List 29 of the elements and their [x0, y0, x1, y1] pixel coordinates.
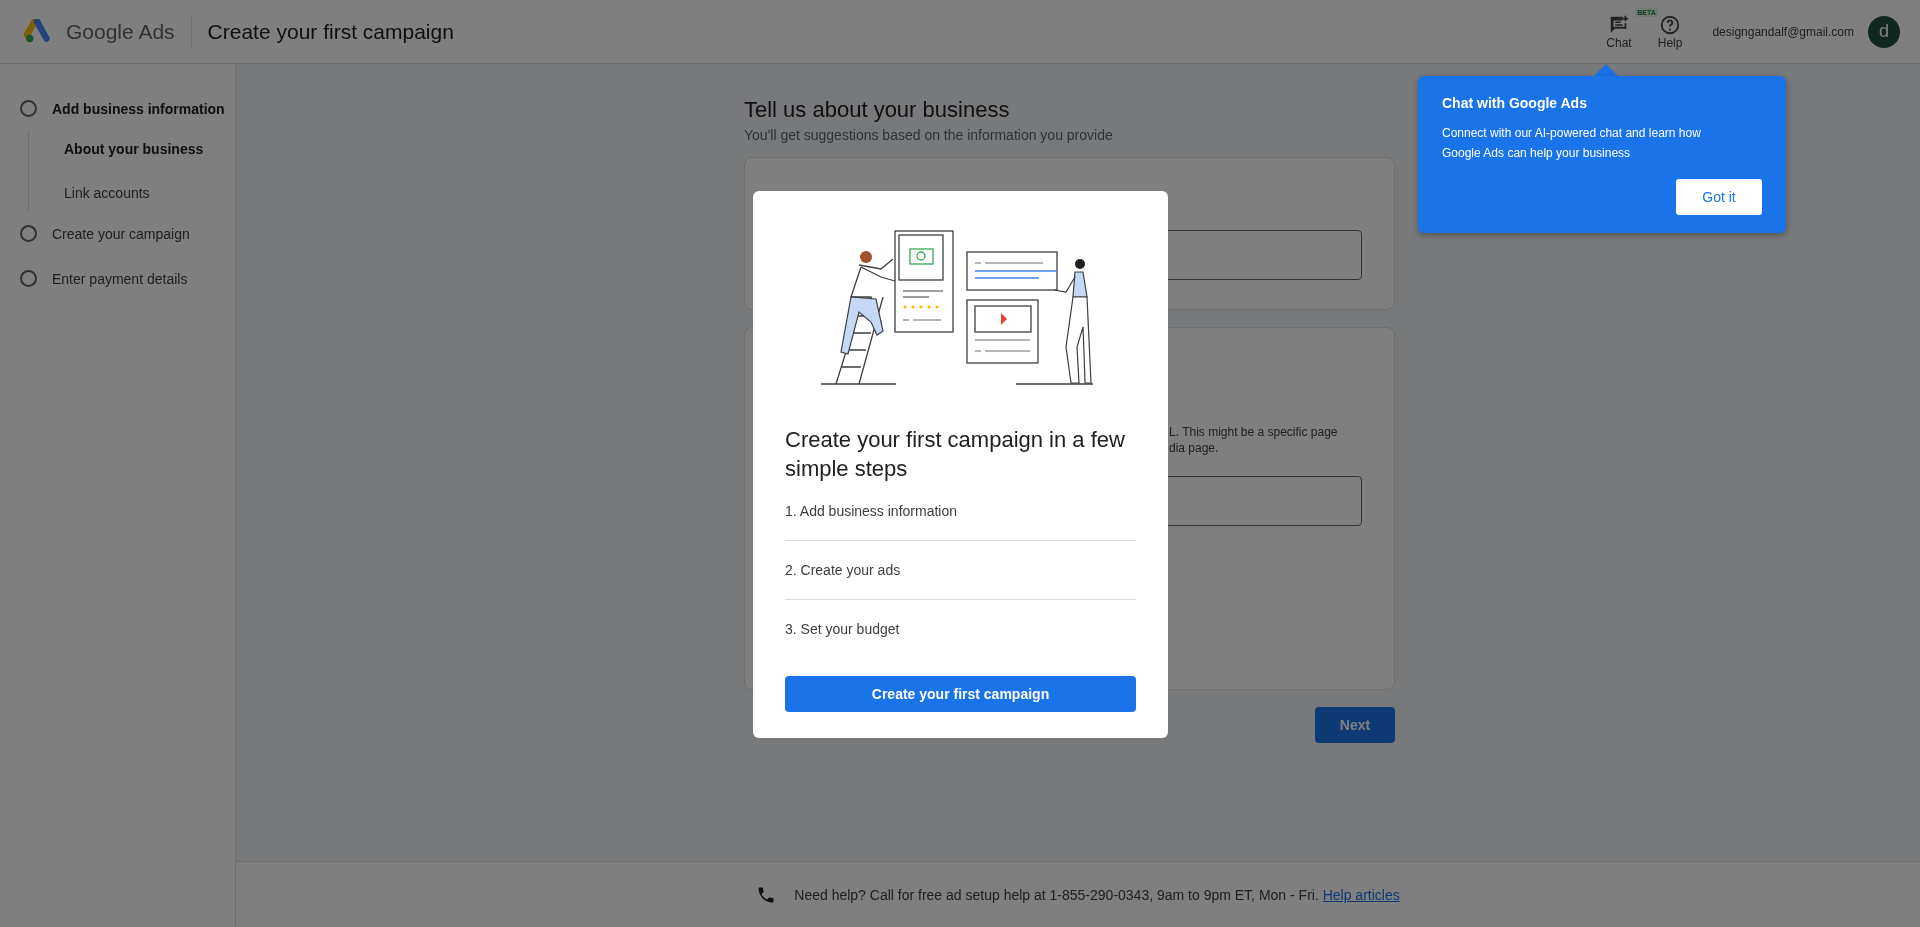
step-circle-icon	[20, 100, 37, 117]
dialog-step-text: 3. Set your budget	[785, 621, 900, 637]
substep-item[interactable]: Link accounts	[64, 181, 235, 205]
help-icon	[1659, 13, 1682, 36]
account-avatar[interactable]: d	[1868, 15, 1900, 48]
step-item[interactable]: Enter payment details	[52, 270, 188, 287]
got-it-button[interactable]: Got it	[1676, 179, 1762, 215]
step-circle-icon	[20, 225, 37, 242]
step-circle-icon	[20, 270, 37, 287]
dialog-title: Create your first campaign in a few simple steps	[785, 426, 1126, 483]
tooltip-title: Chat with Google Ads	[1442, 95, 1588, 111]
product-name: Google Ads	[66, 19, 175, 44]
section-subheading: You'll get suggestions based on the information you provide	[744, 127, 1114, 143]
section-heading: Tell us about your business	[744, 97, 1011, 123]
create-campaign-button[interactable]: Create your first campaign	[785, 676, 1136, 712]
next-button[interactable]: Next	[1315, 707, 1395, 743]
dialog-step-text: 1. Add business information	[785, 503, 957, 519]
help-text: Need help? Call for free ad setup help at 1-855-290-0343, 9am to 9pm ET, Mon - Fri. Help articles	[794, 886, 1400, 903]
description-text: L. This might be a specific page	[1169, 424, 1339, 440]
step-item[interactable]: Create your campaign	[52, 225, 190, 242]
tooltip-text: Connect with our AI-powered chat and learn how Google Ads can help your business	[1442, 125, 1702, 162]
description-text: dia page.	[1169, 440, 1220, 456]
account-email: designgandalf@gmail.com	[1712, 24, 1854, 39]
help-button[interactable]: Help	[1655, 9, 1685, 54]
page-title: Create your first campaign	[207, 19, 454, 44]
step-item[interactable]: Add business information	[52, 100, 225, 117]
substep-item[interactable]: About your business	[64, 137, 235, 161]
help-articles-link[interactable]: Help articles	[1322, 886, 1400, 903]
dialog-step-text: 2. Create your ads	[785, 562, 901, 578]
